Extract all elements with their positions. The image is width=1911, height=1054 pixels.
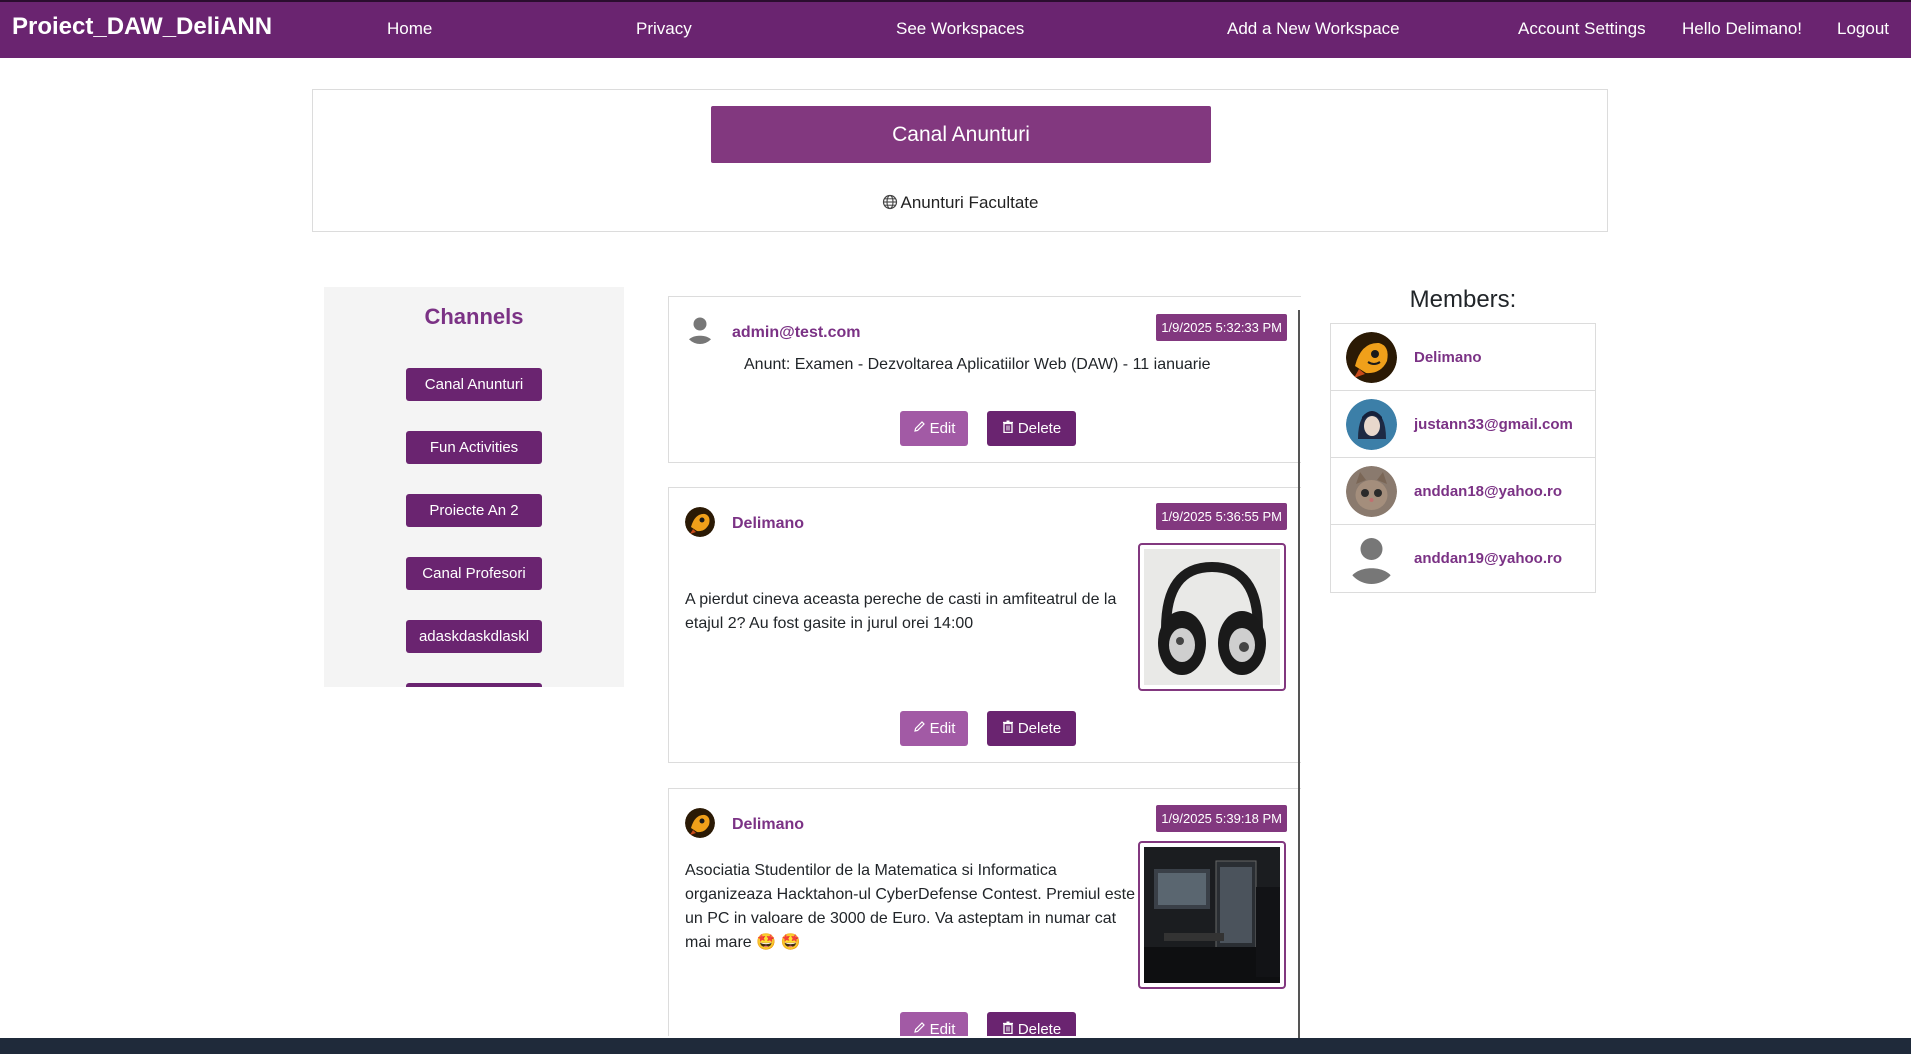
member-item[interactable]: justann33@gmail.com <box>1331 391 1595 458</box>
delete-label: Delete <box>1017 1021 1062 1036</box>
justann-avatar <box>1346 398 1397 450</box>
delimano-avatar <box>685 507 715 537</box>
channel-button[interactable]: Canal Profesori <box>406 557 542 590</box>
default-avatar-icon <box>685 314 715 344</box>
globe-icon <box>882 194 898 215</box>
members-title: Members: <box>1409 286 1517 313</box>
message-author[interactable]: admin@test.com <box>732 324 861 342</box>
delete-label: Delete <box>1017 720 1062 737</box>
trash-icon <box>1002 720 1014 737</box>
delete-label: Delete <box>1017 420 1062 437</box>
members-list: Delimano justann33@gmail.com anddan18@ya… <box>1330 323 1596 593</box>
member-item[interactable]: anddan18@yahoo.ro <box>1331 458 1595 525</box>
delimano-avatar <box>1346 331 1397 383</box>
message-text: A pierdut cineva aceasta pereche de cast… <box>685 591 1117 632</box>
edit-label: Edit <box>929 1021 956 1036</box>
edit-label: Edit <box>929 420 956 437</box>
cat-avatar <box>1346 465 1397 517</box>
default-avatar-icon <box>1346 533 1397 584</box>
delete-button[interactable]: Delete <box>987 1012 1076 1036</box>
nav-add-workspace[interactable]: Add a New Workspace <box>1227 19 1400 39</box>
member-name: Delimano <box>1414 348 1482 366</box>
message-author[interactable]: Delimano <box>732 816 804 834</box>
message-text: Anunt: Examen - Dezvoltarea Aplicatiilor… <box>744 356 1211 373</box>
pencil-icon <box>913 1021 926 1036</box>
message-card: Delimano 1/9/2025 5:39:18 PM Asociatia S… <box>668 788 1301 1036</box>
edit-label: Edit <box>929 720 956 737</box>
channel-button[interactable]: Fun Activities <box>406 431 542 464</box>
top-navbar: Proiect_DAW_DeliANN Home Privacy See Wor… <box>0 0 1911 58</box>
channel-button-partial[interactable] <box>406 683 542 687</box>
message-author[interactable]: Delimano <box>732 515 804 533</box>
message-timestamp: 1/9/2025 5:36:55 PM <box>1156 503 1287 530</box>
channels-title: Channels <box>424 304 524 329</box>
trash-icon <box>1002 420 1014 437</box>
edit-button[interactable]: Edit <box>900 1012 968 1036</box>
brand-logo[interactable]: Proiect_DAW_DeliANN <box>12 13 272 41</box>
trash-icon <box>1002 1021 1014 1036</box>
delete-button[interactable]: Delete <box>987 411 1076 446</box>
edit-button[interactable]: Edit <box>900 411 968 446</box>
channel-title: Canal Anunturi <box>711 106 1211 163</box>
member-name: justann33@gmail.com <box>1414 415 1573 433</box>
workspace-line: Anunturi Facultate <box>313 193 1607 215</box>
member-item[interactable]: anddan19@yahoo.ro <box>1331 525 1595 592</box>
message-text: Asociatia Studentilor de la Matematica s… <box>685 862 1136 951</box>
channel-header-card: Canal Anunturi Anunturi Facultate <box>312 89 1608 232</box>
delimano-avatar <box>685 808 715 838</box>
delete-button[interactable]: Delete <box>987 711 1076 746</box>
messages-feed[interactable]: admin@test.com 1/9/2025 5:32:33 PM Anunt… <box>668 296 1301 1036</box>
message-timestamp: 1/9/2025 5:39:18 PM <box>1156 805 1287 832</box>
feed-scrollbar[interactable] <box>1298 310 1300 1040</box>
member-item[interactable]: Delimano <box>1331 324 1595 391</box>
pencil-icon <box>913 720 926 737</box>
gaming-pc-image[interactable] <box>1138 841 1286 989</box>
channel-button[interactable]: Proiecte An 2 <box>406 494 542 527</box>
nav-account-settings[interactable]: Account Settings <box>1518 19 1646 39</box>
message-card: admin@test.com 1/9/2025 5:32:33 PM Anunt… <box>668 296 1301 463</box>
nav-hello-user[interactable]: Hello Delimano! <box>1682 19 1802 39</box>
nav-logout[interactable]: Logout <box>1837 19 1889 39</box>
nav-privacy[interactable]: Privacy <box>636 19 692 39</box>
member-name: anddan19@yahoo.ro <box>1414 550 1562 567</box>
channel-button[interactable]: Canal Anunturi <box>406 368 542 401</box>
message-card: Delimano 1/9/2025 5:36:55 PM A pierdut c… <box>668 487 1301 763</box>
pencil-icon <box>913 420 926 437</box>
workspace-name: Anunturi Facultate <box>900 193 1039 212</box>
channels-sidebar: Channels Canal Anunturi Fun Activities P… <box>324 287 624 687</box>
headphones-image[interactable] <box>1138 543 1286 691</box>
os-taskbar <box>0 1038 1911 1054</box>
channel-button[interactable]: adaskdaskdlaskl <box>406 620 542 653</box>
message-timestamp: 1/9/2025 5:32:33 PM <box>1156 314 1287 341</box>
member-name: anddan18@yahoo.ro <box>1414 482 1562 500</box>
nav-home[interactable]: Home <box>387 19 432 39</box>
nav-see-workspaces[interactable]: See Workspaces <box>896 19 1024 39</box>
edit-button[interactable]: Edit <box>900 711 968 746</box>
